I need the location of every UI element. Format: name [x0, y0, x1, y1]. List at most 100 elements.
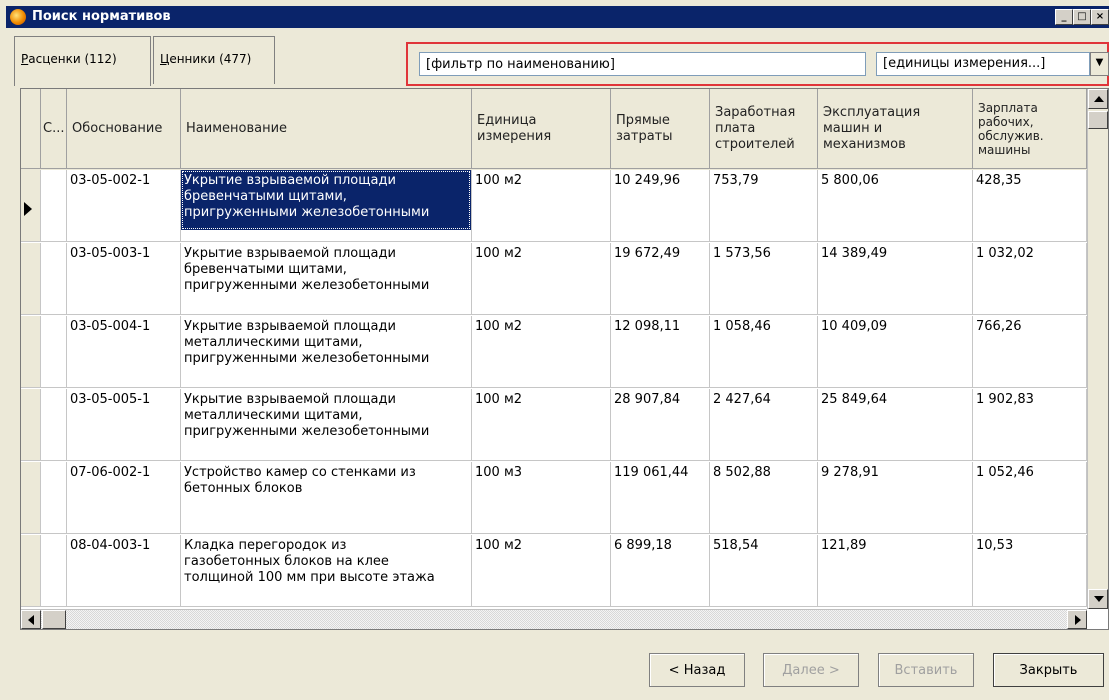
vertical-scroll-thumb[interactable] — [1088, 111, 1108, 129]
cell-unit[interactable]: 100 м2 — [472, 389, 611, 461]
cell-machine-operator-wages[interactable]: 1 902,83 — [973, 389, 1087, 461]
units-combo-dropdown-button[interactable]: ▼ — [1090, 52, 1109, 76]
cell-code[interactable]: 03-05-005-1 — [67, 389, 181, 461]
cell-c[interactable] — [41, 462, 67, 534]
cell-name[interactable]: Укрытие взрываемой площади бревенчатыми … — [181, 170, 472, 242]
scroll-up-button[interactable] — [1088, 89, 1108, 109]
table-row[interactable]: 03-05-002-1 Укрытие взрываемой площади б… — [21, 170, 1108, 243]
units-combo[interactable]: [единицы измерения...] — [876, 52, 1090, 76]
app-icon — [10, 9, 26, 25]
header-col-machine-operation[interactable]: Эксплуатация машин и механизмов — [818, 89, 973, 169]
cell-c[interactable] — [41, 170, 67, 242]
cell-machine-operation[interactable]: 121,89 — [818, 535, 973, 607]
cell-machine-operator-wages[interactable]: 1 052,46 — [973, 462, 1087, 534]
table-row[interactable]: 08-04-003-1 Кладка перегородок из газобе… — [21, 535, 1108, 608]
cell-name-selected-text: Укрытие взрываемой площади бревенчатыми … — [181, 170, 471, 230]
cell-c[interactable] — [41, 243, 67, 315]
cell-machine-operation[interactable]: 14 389,49 — [818, 243, 973, 315]
tab-price-lists-label: Ценники (477) — [160, 52, 252, 66]
cell-name[interactable]: Устройство камер со стенками из бетонных… — [181, 462, 472, 534]
cell-builders-wages[interactable]: 753,79 — [710, 170, 818, 242]
search-norms-window: Поиск нормативов _ □ × Расценки (112) Це… — [0, 0, 1109, 700]
cell-machine-operator-wages[interactable]: 10,53 — [973, 535, 1087, 607]
table-row[interactable]: 07-06-002-1 Устройство камер со стенками… — [21, 462, 1108, 535]
cell-c[interactable] — [41, 535, 67, 607]
cell-name[interactable]: Укрытие взрываемой площади бревенчатыми … — [181, 243, 472, 315]
cell-c[interactable] — [41, 316, 67, 388]
cell-builders-wages[interactable]: 1 058,46 — [710, 316, 818, 388]
cell-builders-wages[interactable]: 518,54 — [710, 535, 818, 607]
horizontal-scrollbar[interactable] — [21, 609, 1087, 629]
cell-unit[interactable]: 100 м2 — [472, 170, 611, 242]
table-row[interactable]: 03-05-004-1 Укрытие взрываемой площади м… — [21, 316, 1108, 389]
insert-button[interactable]: Вставить — [878, 653, 974, 687]
header-col-code[interactable]: Обоснование — [67, 89, 181, 169]
cell-unit[interactable]: 100 м2 — [472, 316, 611, 388]
cell-c[interactable] — [41, 389, 67, 461]
norms-table: С... Обоснование Наименование Единица из… — [20, 88, 1109, 630]
minimize-button[interactable]: _ — [1055, 9, 1073, 25]
scroll-down-button[interactable] — [1088, 589, 1108, 609]
row-indicator — [21, 389, 41, 461]
name-filter-input[interactable] — [419, 52, 866, 76]
maximize-button[interactable]: □ — [1073, 9, 1091, 25]
cell-builders-wages[interactable]: 8 502,88 — [710, 462, 818, 534]
window-title: Поиск нормативов — [32, 9, 171, 24]
cell-machine-operation[interactable]: 5 800,06 — [818, 170, 973, 242]
table-row[interactable]: 03-05-003-1 Укрытие взрываемой площади б… — [21, 243, 1108, 316]
vertical-scrollbar[interactable] — [1087, 89, 1108, 609]
close-button[interactable]: Закрыть — [993, 653, 1104, 687]
tab-rates[interactable]: Расценки (112) — [14, 36, 151, 86]
table-row[interactable]: 03-05-005-1 Укрытие взрываемой площади м… — [21, 389, 1108, 462]
header-col-direct-costs[interactable]: Прямые затраты — [611, 89, 710, 169]
arrow-up-icon — [1094, 96, 1104, 102]
header-indicator — [21, 89, 41, 169]
cell-direct-costs[interactable]: 28 907,84 — [611, 389, 710, 461]
cell-builders-wages[interactable]: 2 427,64 — [710, 389, 818, 461]
cell-unit[interactable]: 100 м3 — [472, 462, 611, 534]
current-row-arrow-icon — [24, 202, 32, 216]
arrow-down-icon — [1094, 596, 1104, 602]
cell-direct-costs[interactable]: 10 249,96 — [611, 170, 710, 242]
cell-code[interactable]: 08-04-003-1 — [67, 535, 181, 607]
cell-direct-costs[interactable]: 6 899,18 — [611, 535, 710, 607]
header-col-builders-wages[interactable]: Заработная плата строителей — [710, 89, 818, 169]
tab-rates-label: Расценки (112) — [21, 52, 117, 66]
cell-name[interactable]: Кладка перегородок из газобетонных блоко… — [181, 535, 472, 607]
header-col-machine-operator-wages[interactable]: Зарплата рабочих, обслужив. машины — [973, 89, 1087, 169]
tab-price-lists[interactable]: Ценники (477) — [153, 36, 275, 84]
back-button[interactable]: < Назад — [649, 653, 745, 687]
cell-machine-operator-wages[interactable]: 766,26 — [973, 316, 1087, 388]
cell-name[interactable]: Укрытие взрываемой площади металлическим… — [181, 316, 472, 388]
cell-code[interactable]: 03-05-003-1 — [67, 243, 181, 315]
cell-code[interactable]: 07-06-002-1 — [67, 462, 181, 534]
cell-unit[interactable]: 100 м2 — [472, 243, 611, 315]
header-col-unit[interactable]: Единица измерения — [472, 89, 611, 169]
scroll-left-button[interactable] — [21, 610, 41, 629]
title-bar[interactable]: Поиск нормативов _ □ × — [6, 6, 1109, 28]
cell-direct-costs[interactable]: 119 061,44 — [611, 462, 710, 534]
cell-machine-operation[interactable]: 10 409,09 — [818, 316, 973, 388]
row-indicator — [21, 535, 41, 607]
close-window-button[interactable]: × — [1091, 9, 1109, 25]
header-col-c[interactable]: С... — [41, 89, 67, 169]
row-indicator — [21, 243, 41, 315]
cell-unit[interactable]: 100 м2 — [472, 535, 611, 607]
cell-machine-operation[interactable]: 25 849,64 — [818, 389, 973, 461]
cell-machine-operator-wages[interactable]: 428,35 — [973, 170, 1087, 242]
cell-direct-costs[interactable]: 12 098,11 — [611, 316, 710, 388]
row-indicator — [21, 316, 41, 388]
cell-code[interactable]: 03-05-002-1 — [67, 170, 181, 242]
horizontal-scroll-thumb[interactable] — [42, 610, 66, 629]
cell-builders-wages[interactable]: 1 573,56 — [710, 243, 818, 315]
chevron-down-icon: ▼ — [1095, 57, 1104, 68]
next-button[interactable]: Далее > — [763, 653, 859, 687]
header-col-name[interactable]: Наименование — [181, 89, 472, 169]
cell-machine-operator-wages[interactable]: 1 032,02 — [973, 243, 1087, 315]
row-indicator — [21, 170, 41, 242]
cell-code[interactable]: 03-05-004-1 — [67, 316, 181, 388]
scroll-right-button[interactable] — [1067, 610, 1087, 629]
cell-direct-costs[interactable]: 19 672,49 — [611, 243, 710, 315]
cell-name[interactable]: Укрытие взрываемой площади металлическим… — [181, 389, 472, 461]
cell-machine-operation[interactable]: 9 278,91 — [818, 462, 973, 534]
